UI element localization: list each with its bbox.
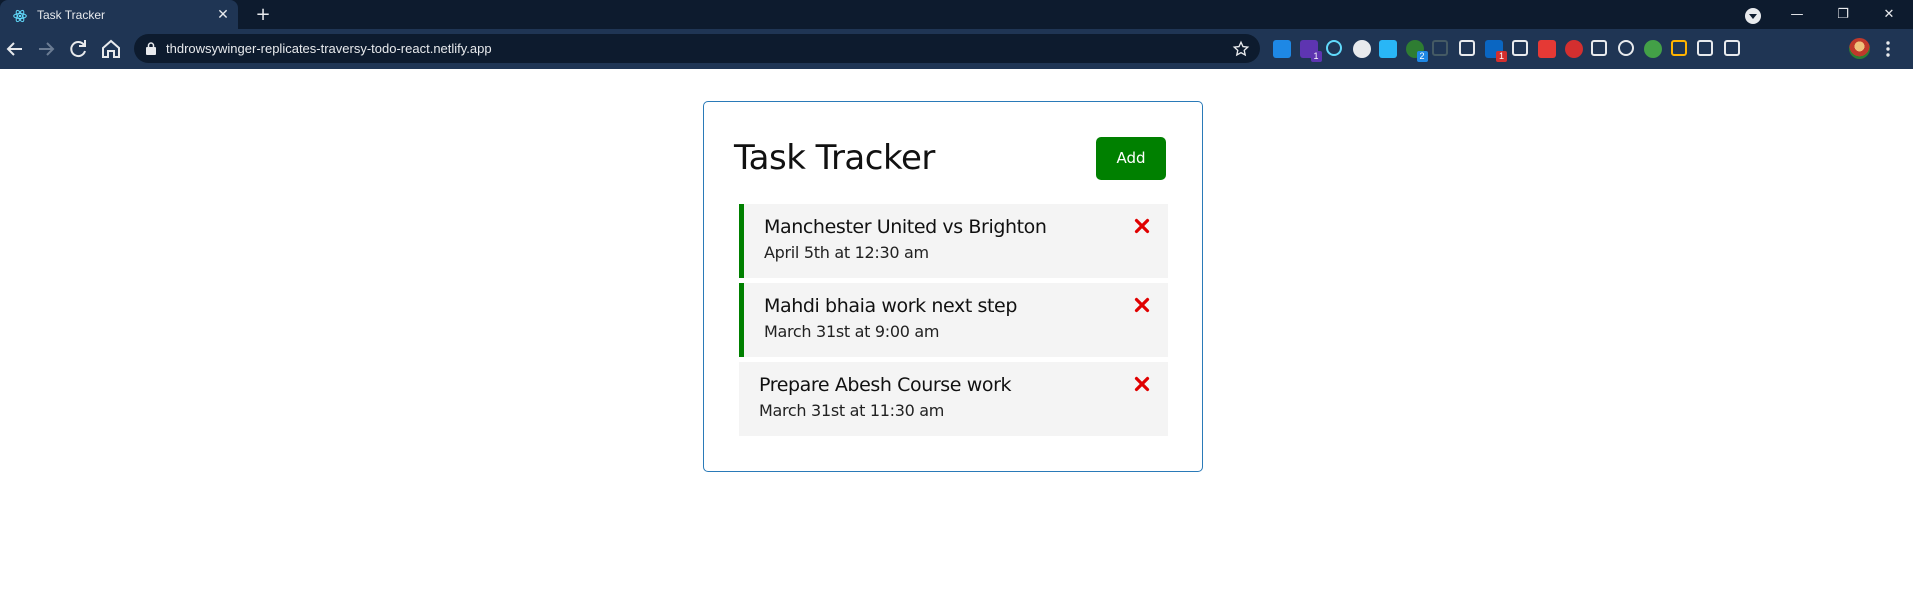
forward-arrow-icon[interactable] [34,37,58,61]
window-extension-icon[interactable] [1511,40,1528,56]
cube-extension-icon[interactable]: 1 [1299,40,1322,62]
task-title: Manchester United vs Brighton [764,216,1047,238]
app-header: Task Tracker Add [734,136,1166,180]
delete-x-icon[interactable] [1134,297,1150,313]
recycle-extension-icon[interactable] [1432,40,1448,56]
task-date: March 31st at 11:30 am [759,401,945,420]
add-task-button[interactable]: Add [1096,136,1166,180]
tab-close-icon[interactable]: ✕ [216,8,230,22]
browser-tab-strip: Task Tracker ✕ + — ❐ ✕ [0,0,1913,29]
vue-devtools-icon[interactable] [1697,40,1713,56]
task-tracker-card: Task Tracker Add Manchester United vs Br… [703,101,1203,472]
home-icon[interactable] [99,37,123,61]
delete-x-icon[interactable] [1134,376,1150,392]
kebab-menu-icon[interactable] [1885,40,1891,58]
task-date: April 5th at 12:30 am [764,243,929,262]
globe-extension-icon[interactable] [1617,40,1634,56]
cursor-extension-icon[interactable] [1591,40,1607,56]
extension-badge: 2 [1416,51,1428,62]
s-square-extension-icon[interactable] [1379,40,1397,58]
lock-icon[interactable] [146,42,156,55]
delete-x-icon[interactable] [1134,218,1150,234]
bookmark-star-icon[interactable] [1232,40,1250,58]
close-window-button[interactable]: ✕ [1866,0,1912,29]
reload-icon[interactable] [66,37,90,61]
browser-tab[interactable]: Task Tracker ✕ [0,0,238,29]
s-blue-extension-icon[interactable] [1273,40,1291,58]
browser-toolbar: thdrowsywinger-replicates-traversy-todo-… [0,29,1913,69]
tab-search-icon[interactable] [1745,8,1761,24]
circle-extension-icon[interactable] [1352,40,1371,58]
linkedin-extension-icon[interactable]: 1 [1485,40,1507,62]
task-title: Mahdi bhaia work next step [764,295,1018,317]
eyes-extension-icon[interactable] [1670,40,1687,56]
page-title: Task Tracker [734,138,935,178]
adblock-plus-icon[interactable] [1564,40,1583,58]
url-text: thdrowsywinger-replicates-traversy-todo-… [166,41,492,56]
puzzle-extensions-icon[interactable] [1723,40,1740,56]
restore-button[interactable]: ❐ [1820,0,1866,29]
task-item[interactable]: Manchester United vs Brighton April 5th … [739,204,1168,278]
address-bar[interactable]: thdrowsywinger-replicates-traversy-todo-… [134,34,1260,63]
task-list: Manchester United vs Brighton April 5th … [739,204,1168,441]
extension-badge: 1 [1310,51,1322,62]
react-devtools-icon[interactable] [1326,40,1342,56]
minimize-button[interactable]: — [1774,0,1820,29]
tp-extension-icon[interactable] [1538,40,1556,58]
back-arrow-icon[interactable] [3,37,27,61]
profile-avatar[interactable] [1849,38,1870,59]
utorrent-extension-icon[interactable] [1644,40,1662,58]
task-item[interactable]: Prepare Abesh Course work March 31st at … [739,362,1168,436]
task-item[interactable]: Mahdi bhaia work next step March 31st at… [739,283,1168,357]
new-tab-button[interactable]: + [254,6,272,24]
reader-extension-icon[interactable] [1458,40,1475,56]
task-title: Prepare Abesh Course work [759,374,1012,396]
tab-title: Task Tracker [37,8,106,22]
page-viewport: Task Tracker Add Manchester United vs Br… [0,69,1913,589]
extension-badge: 1 [1496,51,1507,62]
green-dot-extension-icon[interactable]: 2 [1405,40,1428,62]
react-favicon-icon [13,9,27,23]
task-date: March 31st at 9:00 am [764,322,940,341]
